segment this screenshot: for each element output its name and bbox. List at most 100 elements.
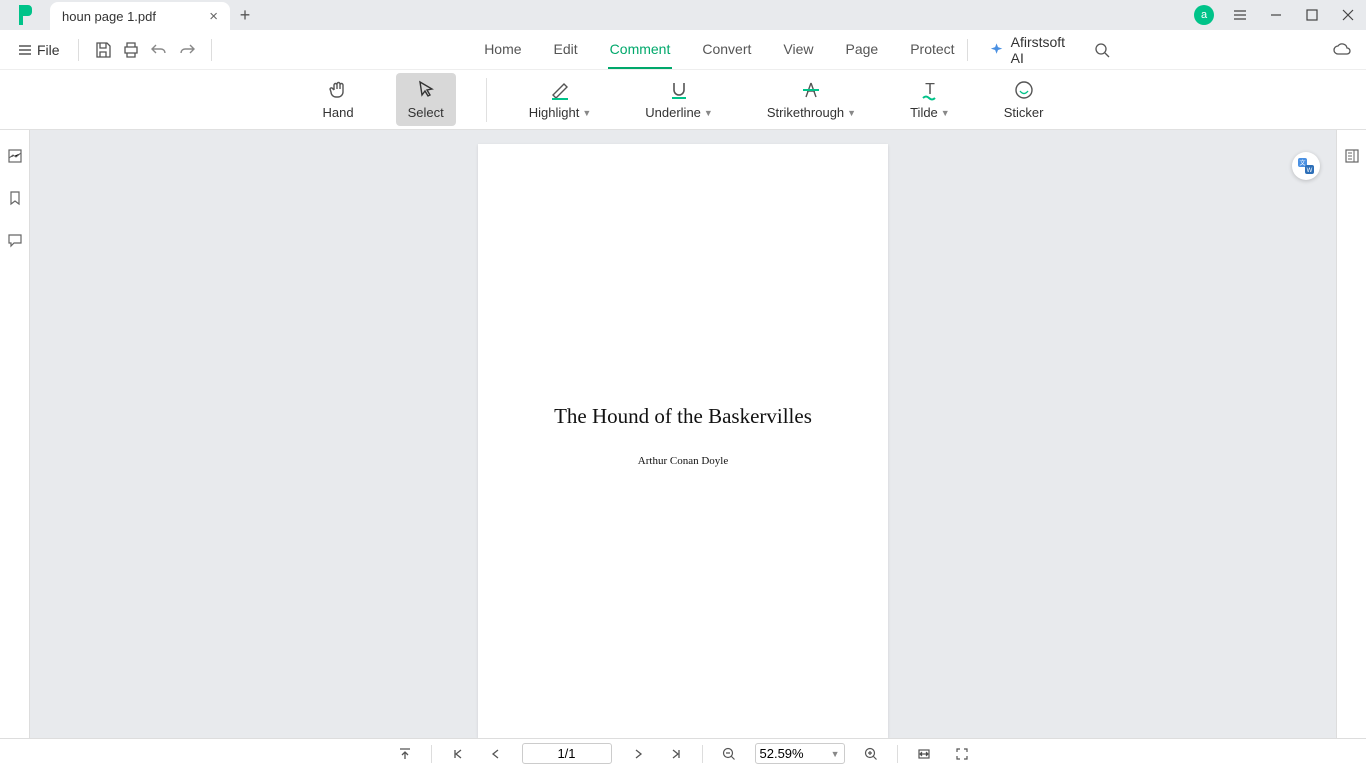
print-button[interactable] [117, 35, 145, 65]
pdf-page: The Hound of the Baskervilles Arthur Con… [478, 144, 888, 738]
maximize-icon[interactable] [1294, 0, 1330, 30]
last-page-button[interactable] [664, 742, 688, 766]
panel-icon [1344, 148, 1360, 164]
tab-protect[interactable]: Protect [908, 31, 956, 69]
hamburger-icon [18, 43, 32, 57]
sticker-tool[interactable]: Sticker [992, 73, 1056, 126]
fit-width-button[interactable] [912, 742, 936, 766]
close-tab-icon[interactable]: × [209, 8, 218, 25]
svg-text:T: T [925, 81, 935, 98]
chevron-right-icon [631, 747, 645, 761]
sticker-icon [1013, 79, 1035, 101]
thumbnails-icon [7, 148, 23, 164]
menubar: File Home Edit Comment Convert View Page… [0, 30, 1366, 70]
first-page-icon [451, 747, 465, 761]
scroll-top-button[interactable] [393, 742, 417, 766]
tab-page[interactable]: Page [843, 31, 880, 69]
undo-button[interactable] [145, 35, 173, 65]
chevron-down-icon: ▼ [941, 108, 950, 118]
next-page-button[interactable] [626, 742, 650, 766]
strikethrough-icon [800, 79, 822, 101]
titlebar: houn page 1.pdf × + a [0, 0, 1366, 30]
last-page-icon [669, 747, 683, 761]
chevron-down-icon: ▼ [704, 108, 713, 118]
tab-title: houn page 1.pdf [62, 9, 156, 24]
statusbar: 52.59% ▼ [0, 738, 1366, 768]
zoom-in-icon [864, 747, 878, 761]
zoom-select[interactable]: 52.59% ▼ [755, 743, 845, 764]
chevron-left-icon [489, 747, 503, 761]
undo-icon [150, 41, 168, 59]
comments-panel-button[interactable] [7, 232, 23, 248]
strikethrough-tool[interactable]: Strikethrough▼ [755, 73, 868, 126]
tab-view[interactable]: View [781, 31, 815, 69]
svg-text:W: W [1307, 168, 1313, 174]
search-icon [1094, 42, 1110, 58]
zoom-out-icon [722, 747, 736, 761]
underline-tool[interactable]: Underline▼ [633, 73, 725, 126]
separator [78, 39, 79, 61]
prev-page-button[interactable] [484, 742, 508, 766]
translate-icon: 文W [1297, 157, 1315, 175]
right-sidebar [1336, 130, 1366, 738]
bookmarks-panel-button[interactable] [7, 190, 23, 206]
svg-text:文: 文 [1299, 159, 1305, 167]
hand-icon [327, 79, 349, 101]
cloud-icon [1332, 40, 1352, 60]
ai-button[interactable]: Afirstsoft AI [988, 34, 1078, 66]
main-area: The Hound of the Baskervilles Arthur Con… [0, 130, 1366, 738]
properties-panel-button[interactable] [1344, 148, 1360, 164]
separator [431, 745, 432, 763]
app-logo [0, 0, 50, 30]
tilde-icon: T [919, 79, 941, 101]
separator [897, 745, 898, 763]
underline-icon [668, 79, 690, 101]
highlight-icon [549, 79, 571, 101]
save-button[interactable] [89, 35, 117, 65]
close-window-icon[interactable] [1330, 0, 1366, 30]
file-menu-button[interactable]: File [10, 38, 68, 62]
separator [486, 78, 487, 122]
document-tab[interactable]: houn page 1.pdf × [50, 2, 230, 30]
cloud-button[interactable] [1327, 35, 1356, 65]
zoom-in-button[interactable] [859, 742, 883, 766]
user-avatar[interactable]: a [1194, 5, 1214, 25]
tab-convert[interactable]: Convert [700, 31, 753, 69]
select-tool[interactable]: Select [396, 73, 456, 126]
page-number-input[interactable] [522, 743, 612, 764]
translate-badge[interactable]: 文W [1292, 152, 1320, 180]
ribbon-toolbar: Hand Select Highlight▼ Underline▼ Strike… [0, 70, 1366, 130]
tab-comment[interactable]: Comment [608, 31, 673, 69]
new-tab-button[interactable]: + [230, 0, 260, 30]
redo-icon [178, 41, 196, 59]
hamburger-menu-icon[interactable] [1222, 0, 1258, 30]
fit-width-icon [917, 747, 931, 761]
tab-edit[interactable]: Edit [552, 31, 580, 69]
redo-button[interactable] [173, 35, 201, 65]
first-page-button[interactable] [446, 742, 470, 766]
minimize-icon[interactable] [1258, 0, 1294, 30]
document-author: Arthur Conan Doyle [508, 455, 858, 467]
document-viewport[interactable]: The Hound of the Baskervilles Arthur Con… [30, 130, 1336, 738]
cursor-icon [415, 79, 437, 101]
separator [967, 39, 968, 61]
chevron-down-icon: ▼ [831, 749, 840, 759]
arrow-up-bar-icon [398, 747, 412, 761]
tab-home[interactable]: Home [482, 31, 523, 69]
fit-page-button[interactable] [950, 742, 974, 766]
search-button[interactable] [1088, 35, 1117, 65]
separator [702, 745, 703, 763]
highlight-tool[interactable]: Highlight▼ [517, 73, 604, 126]
save-icon [94, 41, 112, 59]
print-icon [122, 41, 140, 59]
document-title: The Hound of the Baskervilles [508, 404, 858, 429]
chevron-down-icon: ▼ [582, 108, 591, 118]
bookmark-icon [7, 190, 23, 206]
left-sidebar [0, 130, 30, 738]
separator [211, 39, 212, 61]
zoom-out-button[interactable] [717, 742, 741, 766]
tilde-tool[interactable]: T Tilde▼ [898, 73, 962, 126]
thumbnails-panel-button[interactable] [7, 148, 23, 164]
hand-tool[interactable]: Hand [311, 73, 366, 126]
chevron-down-icon: ▼ [847, 108, 856, 118]
